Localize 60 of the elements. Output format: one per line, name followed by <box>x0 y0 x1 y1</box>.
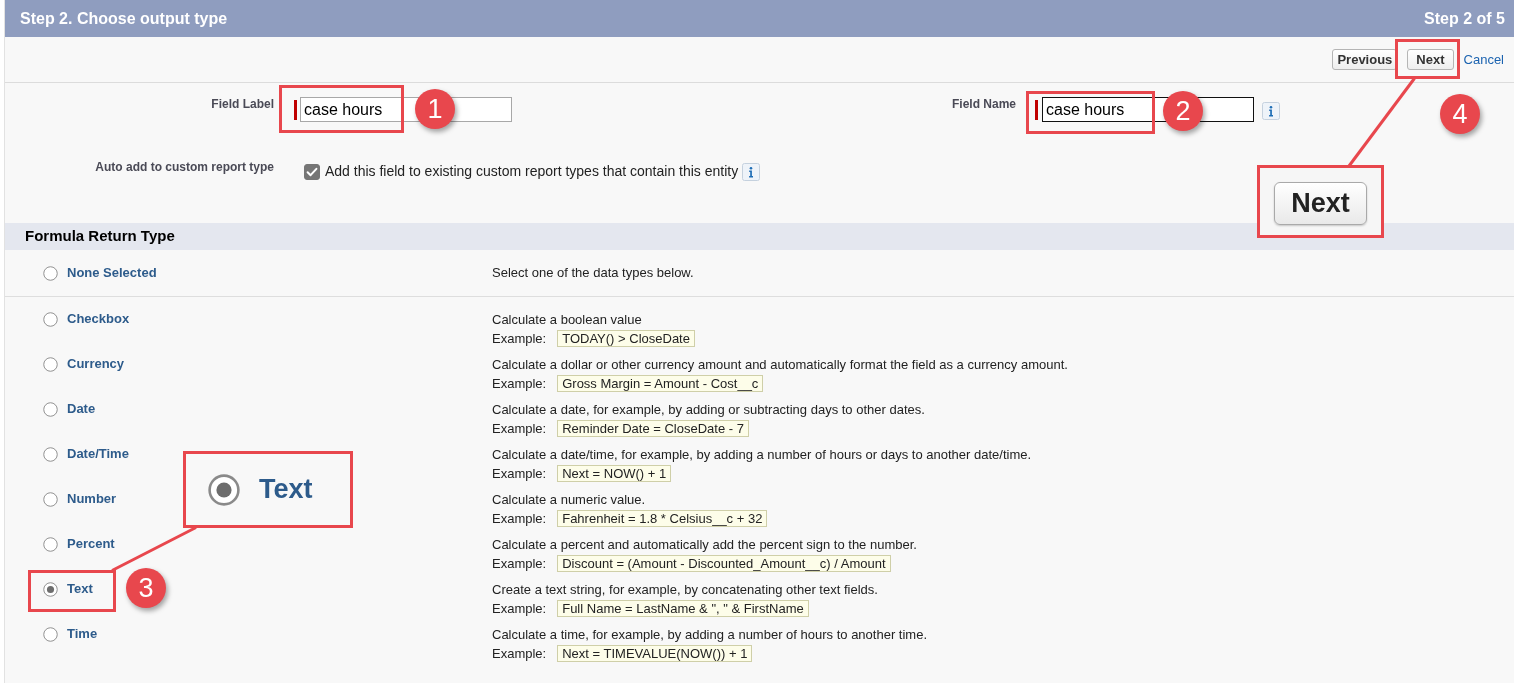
option-label: Date/Time <box>67 445 129 464</box>
radio-button[interactable] <box>43 626 58 642</box>
example-formula: TODAY() > CloseDate <box>557 330 695 347</box>
option-label: None Selected <box>67 264 157 283</box>
example-formula: Gross Margin = Amount - Cost__c <box>557 375 764 392</box>
example-formula: Full Name = LastName & ", " & FirstName <box>557 600 809 617</box>
radio-button[interactable] <box>43 536 58 552</box>
radio-button[interactable] <box>43 446 58 462</box>
example-label: Example: <box>492 419 547 438</box>
info-icon[interactable] <box>1262 102 1280 120</box>
field-label: Field Label <box>210 97 274 111</box>
option-description: Calculate a numeric value. <box>492 491 647 509</box>
zoomed-button[interactable]: Next <box>1274 182 1367 225</box>
info-icon[interactable] <box>742 163 761 181</box>
example-label: Example: <box>492 644 547 663</box>
option-label: Time <box>67 625 98 644</box>
example-label: Example: <box>492 374 547 393</box>
next-button[interactable]: Next <box>1407 49 1454 70</box>
option-label: Percent <box>67 535 115 554</box>
example-label: Example: <box>492 509 547 528</box>
example-formula: Reminder Date = CloseDate - 7 <box>557 420 749 437</box>
step-counter: Step 2 of 5 <box>1424 8 1505 29</box>
field-label: Field Name <box>950 97 1016 111</box>
radio-button[interactable] <box>43 491 58 507</box>
section-title: Formula Return Type <box>25 226 175 247</box>
previous-button[interactable]: Previous <box>1332 49 1398 70</box>
highlight-overlay <box>1395 39 1460 79</box>
example-label: Example: <box>492 329 547 348</box>
checkbox[interactable] <box>304 164 320 180</box>
option-label: Date <box>67 400 96 419</box>
option-description: Calculate a date, for example, by adding or subtracting days to other dates. <box>492 401 925 419</box>
option-description: Calculate a boolean value <box>492 311 643 329</box>
example-label: Example: <box>492 599 547 618</box>
option-description: Calculate a date/time, for example, by adding a number of hours or days to another date/time. <box>492 446 1032 464</box>
radio-button[interactable] <box>43 581 58 597</box>
radio-button[interactable] <box>43 311 58 327</box>
field-label: Auto add to custom report type <box>94 160 274 174</box>
example-formula: Discount = (Amount - Discounted_Amount__c) / Amount <box>557 555 891 572</box>
cancel-link[interactable]: Cancel <box>1463 49 1504 70</box>
option-label: Text <box>67 580 93 599</box>
example-formula: Next = NOW() + 1 <box>557 465 672 482</box>
option-label: Checkbox <box>67 310 130 329</box>
option-description: Calculate a time, for example, by adding a number of hours to another time. <box>492 626 927 644</box>
example-formula: Fahrenheit = 1.8 * Celsius__c + 32 <box>557 510 768 527</box>
example-label: Example: <box>492 554 547 573</box>
radio-button[interactable] <box>208 473 240 506</box>
checkbox-label: Add this field to existing custom report types that contain this entity <box>325 162 739 180</box>
radio-button[interactable] <box>43 265 58 281</box>
option-description: Calculate a percent and automatically add the percent sign to the number. <box>492 536 917 554</box>
zoomed-option-label: Text <box>259 476 313 503</box>
option-description: Select one of the data types below. <box>492 264 694 283</box>
step-title: Step 2. Choose output type <box>20 8 228 29</box>
option-description: Create a text string, for example, by concatenating other text fields. <box>492 581 878 599</box>
option-label: Number <box>67 490 117 509</box>
example-label: Example: <box>492 464 547 483</box>
option-label: Currency <box>67 355 125 374</box>
radio-button[interactable] <box>43 356 58 372</box>
radio-button[interactable] <box>43 401 58 417</box>
example-formula: Next = TIMEVALUE(NOW()) + 1 <box>557 645 753 662</box>
option-description: Calculate a dollar or other currency amount and automatically format the field as a currency amount. <box>492 356 1068 374</box>
